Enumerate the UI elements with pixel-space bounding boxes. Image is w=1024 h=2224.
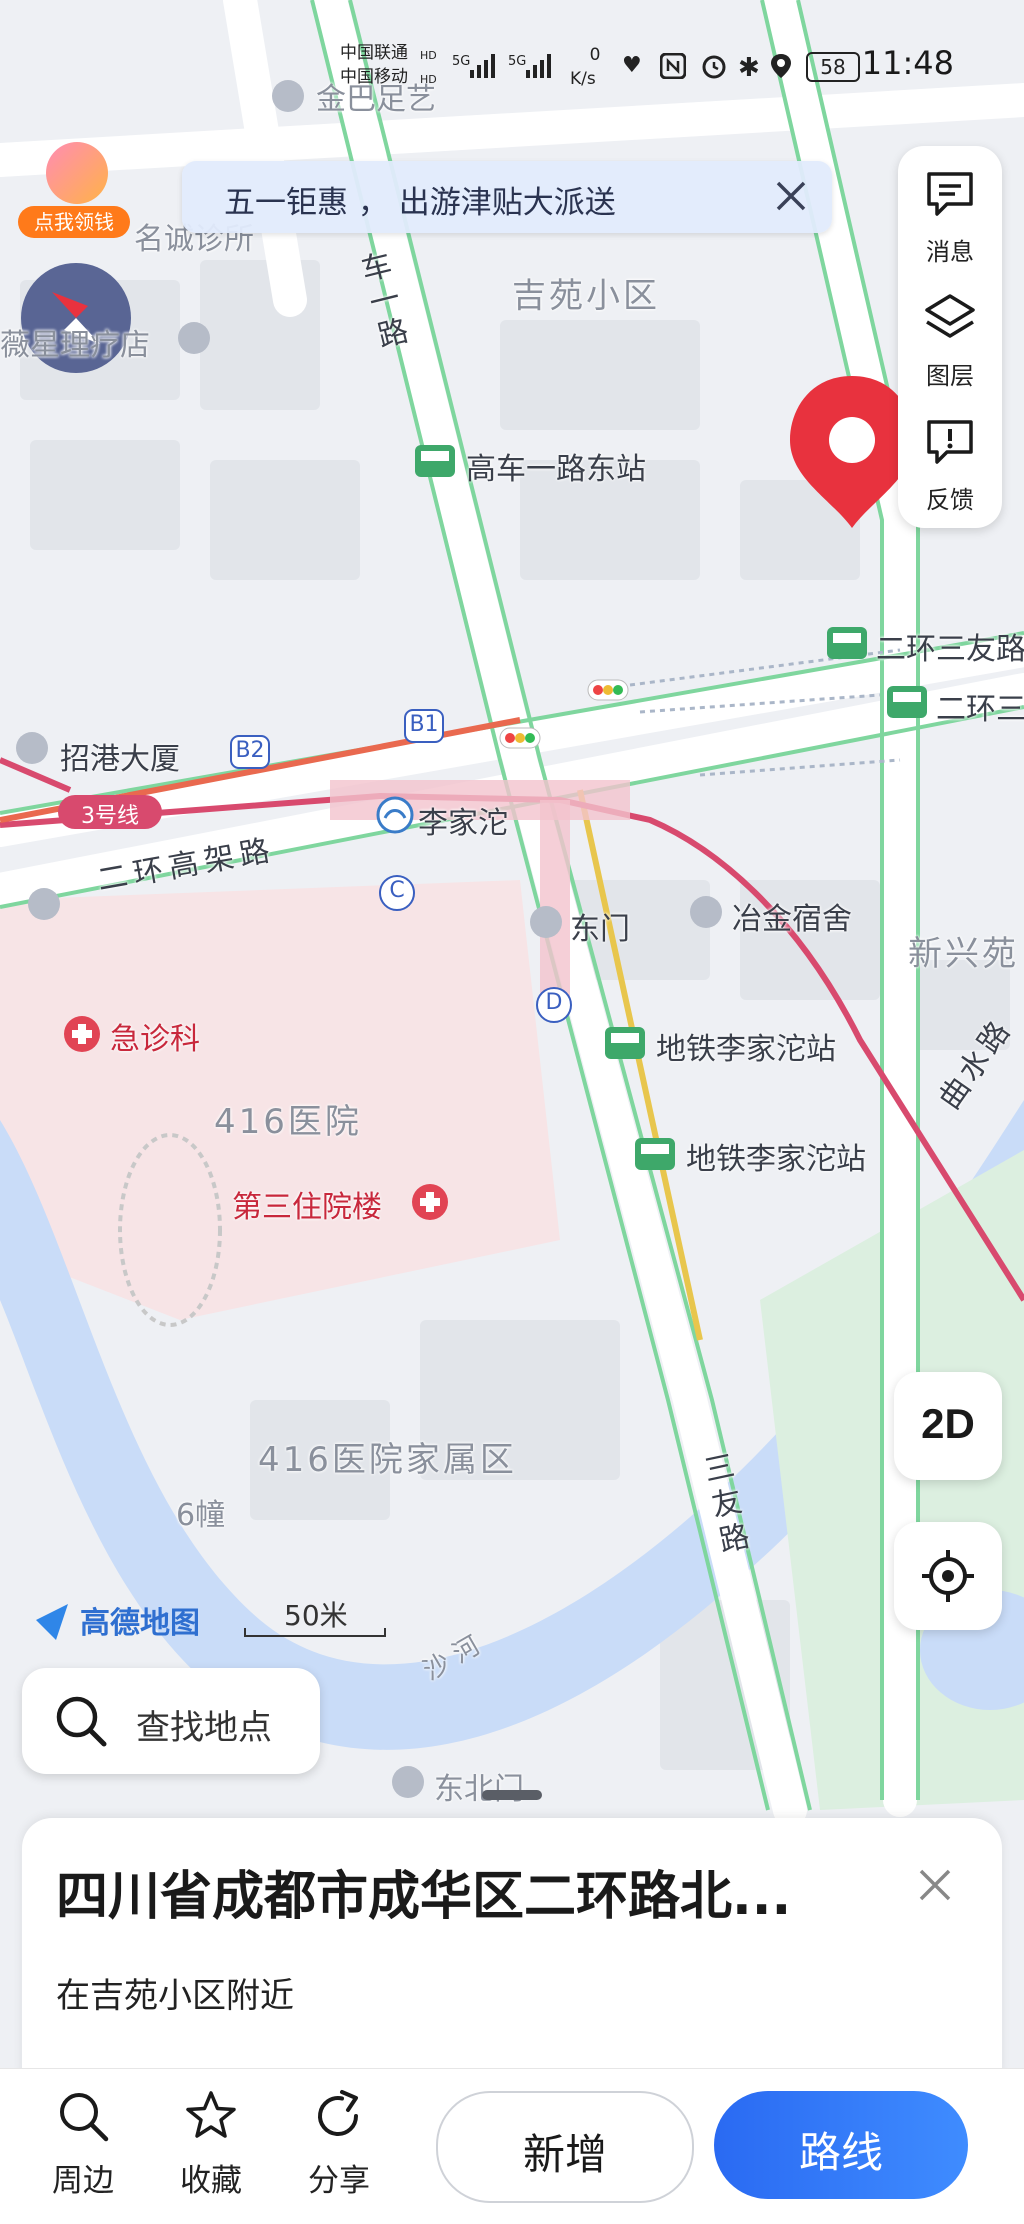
message-icon [927, 172, 973, 216]
network-type: 5G [452, 54, 471, 69]
amap-brand: 高德地图 [80, 1606, 200, 1641]
address-subtitle: 在吉苑小区附近 [56, 1976, 294, 2016]
metro-station-icon [376, 796, 414, 834]
locate-button[interactable] [894, 1522, 1002, 1630]
bottom-action-bar: 周边 收藏 分享 新增 路线 [0, 2068, 1024, 2224]
favorite-button[interactable]: 收藏 [156, 2089, 266, 2209]
network-type: 5G [508, 54, 527, 69]
carrier-2: 中国移动 [340, 67, 408, 87]
carrier-1: 中国联通 [340, 43, 408, 63]
map-label: B2 [235, 738, 265, 763]
signal-icon [526, 54, 551, 78]
map-label: 416医院 [214, 1102, 362, 1142]
search-icon [60, 2093, 109, 2142]
share-label: 分享 [308, 2163, 370, 2199]
map-label: D [545, 990, 563, 1015]
heart-icon: ♥ [622, 53, 642, 78]
layers-icon [925, 294, 975, 338]
search-box[interactable]: 查找地点 [22, 1668, 320, 1774]
place-info-card: 四川省成都市成华区二环路北... 在吉苑小区附近 [22, 1818, 1002, 2078]
map-label: 东北门 [434, 1772, 524, 1807]
messages-label: 消息 [926, 238, 974, 266]
nfc-icon [660, 53, 686, 79]
drag-handle[interactable] [482, 1790, 542, 1800]
promo-badge[interactable]: 点我领钱 [18, 140, 130, 240]
share-button[interactable]: 分享 [284, 2089, 394, 2209]
scale-label: 50米 [284, 1599, 348, 1632]
locate-icon [922, 1550, 974, 1602]
nearby-label: 周边 [52, 2163, 114, 2199]
feedback-button[interactable]: 反馈 [898, 400, 1002, 520]
hd-badge: HD [420, 49, 437, 62]
favorite-label: 收藏 [180, 2163, 242, 2199]
signal-icon [470, 54, 495, 78]
map-label: 3号线 [81, 804, 139, 829]
view-mode-button[interactable]: 2D [894, 1372, 1002, 1480]
map-label: 冶金宿舍 [732, 902, 852, 937]
promo-banner[interactable]: 五一钜惠 ， 出游津贴大派送 [182, 161, 832, 233]
map-label: 6幢 [176, 1498, 226, 1533]
map-label: 高车一路东站 [466, 452, 646, 487]
map-label: 东门 [570, 912, 630, 947]
feedback-icon [927, 420, 973, 464]
add-button[interactable]: 新增 [436, 2091, 694, 2203]
search-placeholder: 查找地点 [136, 1708, 272, 1748]
map-label: 地铁李家沱站 [656, 1032, 836, 1067]
alarm-icon [702, 55, 726, 79]
battery-indicator: 58 [806, 52, 860, 82]
messages-button[interactable]: 消息 [898, 152, 1002, 272]
map-label: 二环三友路 [876, 632, 1024, 667]
map-label: 吉苑小区 [512, 276, 660, 316]
map-label: 新兴苑 [908, 934, 1019, 974]
map-label: 第三住院楼 [232, 1190, 382, 1225]
map-label: 李家沱 [418, 806, 508, 841]
close-icon[interactable] [768, 173, 814, 219]
map-label: 薇星理疗店 [0, 328, 150, 363]
map-label: 招港大厦 [60, 742, 180, 777]
star-icon [186, 2091, 236, 2138]
map-label: 二环三 [936, 692, 1024, 727]
net-speed-unit: K/s [570, 69, 596, 89]
map-label: 地铁李家沱站 [686, 1142, 866, 1177]
nearby-button[interactable]: 周边 [28, 2089, 138, 2209]
route-label: 路线 [798, 2128, 883, 2177]
bluetooth-icon: ✱ [738, 53, 760, 83]
map-label: 416医院家属区 [258, 1440, 517, 1480]
promo-badge-label: 点我领钱 [18, 206, 130, 238]
map-label: 急诊科 [110, 1022, 200, 1057]
promo-text: 五一钜惠 ， 出游津贴大派送 [224, 185, 616, 221]
layers-button[interactable]: 图层 [898, 276, 1002, 396]
net-speed-value: 0 [589, 45, 601, 65]
layers-label: 图层 [926, 362, 974, 390]
add-label: 新增 [522, 2130, 607, 2179]
share-icon [318, 2090, 359, 2137]
status-bar: 中国联通 中国移动 HD HD 5G 5G 0 K/s ♥ ✱ 58 11:48 [0, 0, 1024, 89]
map-label: B1 [409, 712, 439, 737]
map-toolbar: 消息 图层 反馈 [898, 146, 1002, 528]
close-icon[interactable] [910, 1860, 960, 1910]
hd-badge: HD [420, 73, 437, 86]
mascot-icon [46, 142, 108, 204]
map-label: C [389, 878, 405, 903]
location-icon [771, 54, 791, 78]
address-title: 四川省成都市成华区二环路北... [56, 1867, 792, 1927]
view-mode-label: 2D [921, 1400, 975, 1447]
clock: 11:48 [861, 44, 954, 82]
feedback-label: 反馈 [926, 486, 974, 514]
search-icon [56, 1696, 107, 1747]
route-button[interactable]: 路线 [714, 2091, 968, 2199]
